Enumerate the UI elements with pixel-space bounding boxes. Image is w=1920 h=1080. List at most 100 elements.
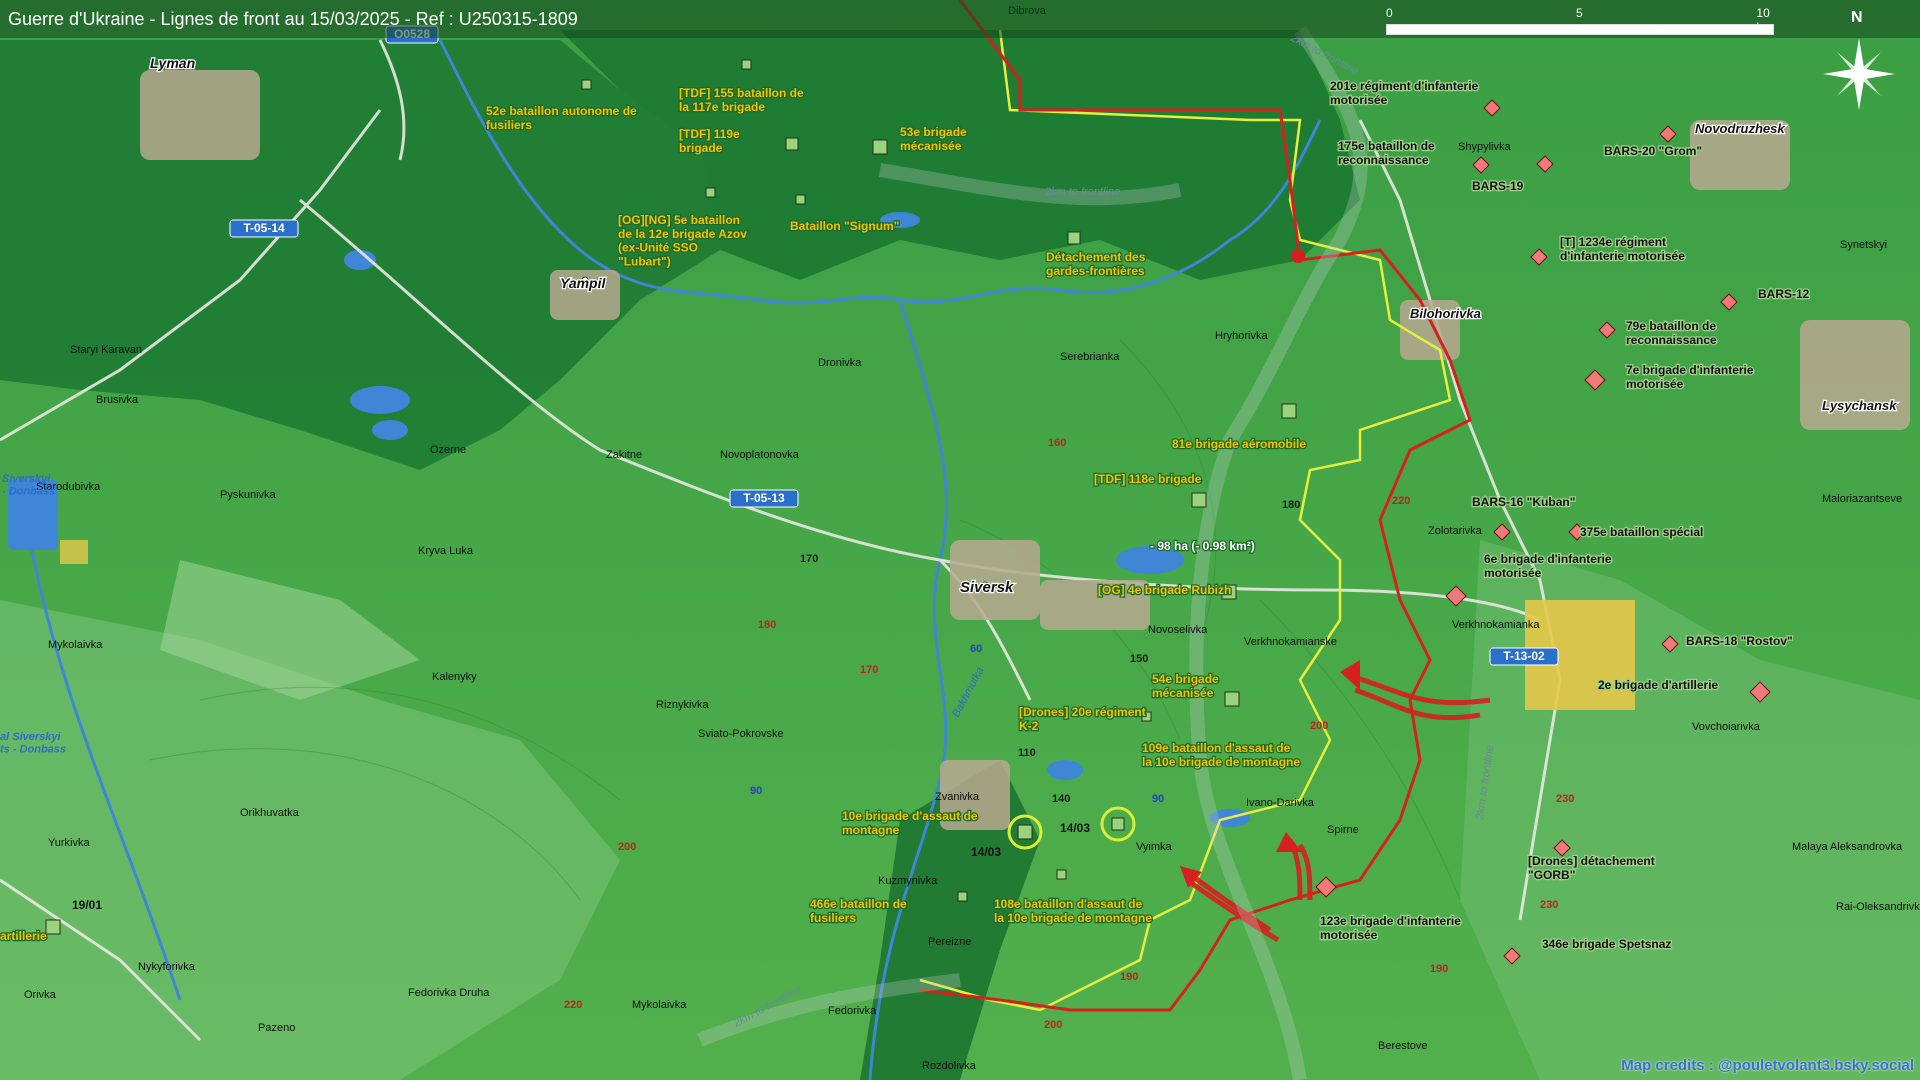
ru-unit-label: BARS-18 "Rostov" xyxy=(1686,634,1793,648)
town-label: Kalenyky xyxy=(432,671,477,683)
town-label: Orikhuvatka xyxy=(240,807,300,819)
town-label: Verkhnokamianka xyxy=(1452,619,1540,631)
ua-unit-label: 109e bataillon d'assaut de la 10e brigade… xyxy=(1142,741,1300,769)
height-label: 190 xyxy=(1430,963,1448,975)
town-label: Sviato-Pokrovske xyxy=(698,728,784,740)
ru-unit-label: 79e bataillon de reconnaissance xyxy=(1626,319,1717,347)
town-label: Orivka xyxy=(24,989,57,1001)
scale-tick-5: 5 xyxy=(1576,6,1583,20)
ua-unit-label: 53e brigade mécanisée xyxy=(900,125,967,153)
town-label: Yurkivka xyxy=(48,837,90,849)
town-label: Lyman xyxy=(150,55,195,71)
height-label: 180 xyxy=(758,619,776,631)
town-label: Vyimka xyxy=(1136,841,1173,853)
town-label: Vovchoiarivka xyxy=(1692,721,1761,733)
scale-bar: 0 5 10 km xyxy=(1386,6,1774,36)
town-label: Pyskunivka xyxy=(220,489,277,501)
road-label: T-05-13 xyxy=(743,491,785,505)
town-label: Mykolaivka xyxy=(632,999,687,1011)
ru-unit-label: BARS-16 "Kuban" xyxy=(1472,495,1575,509)
town-label: Pereizne xyxy=(928,936,971,948)
map-title: Guerre d'Ukraine - Lignes de front au 15… xyxy=(8,9,578,29)
place-label: al Siverskyi ts - Donbass xyxy=(0,731,66,756)
town-label: Spirne xyxy=(1327,824,1359,836)
town-label: Brusivka xyxy=(96,394,139,406)
front-map[interactable]: Lyman Yampil Siversk Bilohorivka Lysychansk N… xyxy=(0,0,1920,1080)
town-label: Yampil xyxy=(560,275,606,291)
ua-unit-label: Bataillon "Signum" xyxy=(790,219,899,233)
height-label: 220 xyxy=(1392,495,1410,507)
town-label: Mykolaivka xyxy=(48,639,103,651)
ua-unit-label: 81e brigade aéromobile xyxy=(1172,437,1306,451)
ru-unit-label: 2e brigade d'artillerie xyxy=(1598,678,1719,692)
ru-unit-label: BARS-19 xyxy=(1472,179,1524,193)
scale-bar-line xyxy=(1386,24,1774,35)
ua-unit-label: 54e brigade mécanisée xyxy=(1152,672,1219,700)
road-label: T-05-14 xyxy=(243,221,285,235)
industrial-area-west xyxy=(60,540,88,564)
town-label: Zolotarivka xyxy=(1428,525,1483,537)
town-label: Kuzmynivka xyxy=(878,875,938,887)
ru-unit-label: BARS-12 xyxy=(1758,287,1810,301)
town-label: Zakitne xyxy=(606,449,642,461)
height-label: 230 xyxy=(1556,793,1574,805)
ru-unit-label: 175e bataillon de reconnaissance xyxy=(1338,139,1435,167)
height-label: 200 xyxy=(1310,720,1328,732)
height-label: 200 xyxy=(618,841,636,853)
town-label: Shypylivka xyxy=(1458,141,1511,153)
title-bar: Guerre d'Ukraine - Lignes de front au 15… xyxy=(0,0,1920,38)
north-label: N xyxy=(1851,9,1863,26)
height-label: 190 xyxy=(1120,971,1138,983)
height-label: 110 xyxy=(1018,747,1036,759)
height-label: 170 xyxy=(800,553,818,565)
town-label: Siversk xyxy=(960,579,1014,596)
height-label: 60 xyxy=(970,643,982,655)
town-label: Maloriazantseve xyxy=(1822,493,1902,505)
capture-marker xyxy=(1291,249,1305,263)
ru-unit-label: BARS-20 "Grom" xyxy=(1604,144,1702,158)
town-label: Nykyforivka xyxy=(138,961,196,973)
town-label: Verkhnokamianske xyxy=(1244,636,1337,648)
height-label: 200 xyxy=(1044,1019,1062,1031)
town-label: Dronivka xyxy=(818,357,862,369)
height-label: 170 xyxy=(860,664,878,676)
place-label: Siverskyi - Donbass xyxy=(2,473,55,498)
town-label: Fedorivka Druha xyxy=(408,987,490,999)
ua-unit-label: artillerie xyxy=(0,929,47,943)
town-label: Rozdolivka xyxy=(922,1060,977,1072)
ua-unit-label: 108e bataillon d'assaut de la 10e brigade… xyxy=(994,897,1152,925)
ru-unit-label: 346e brigade Spetsnaz xyxy=(1542,937,1671,951)
ua-unit-label: - 98 ha (- 0.98 km²) xyxy=(1150,539,1255,553)
height-label: 230 xyxy=(1540,899,1558,911)
ua-unit-label: [OG] 4e brigade Rubizh xyxy=(1098,583,1231,597)
ua-unit-label: [TDF] 118e brigade xyxy=(1094,472,1202,486)
town-label: Bilohorivka xyxy=(1410,306,1481,321)
height-label: 140 xyxy=(1052,793,1070,805)
town-label: Staryi Karavan xyxy=(70,344,142,356)
town-label: Rai-Oleksandrivka xyxy=(1836,901,1920,913)
height-label: 220 xyxy=(564,999,582,1011)
town-label: Hryhorivka xyxy=(1215,330,1268,342)
town-label: Riznykivka xyxy=(656,699,709,711)
town-label: Novoselivka xyxy=(1148,624,1208,636)
height-label: 180 xyxy=(1282,499,1300,511)
town-label: Ozerne xyxy=(430,444,466,456)
town-label: Novodruzhesk xyxy=(1695,121,1785,136)
date-label: 14/03 xyxy=(1060,821,1090,835)
scale-tick-0: 0 xyxy=(1386,6,1393,20)
height-label: 150 xyxy=(1130,653,1148,665)
town-label: Zvanivka xyxy=(935,791,980,803)
town-label: Malaya Aleksandrovka xyxy=(1792,841,1903,853)
height-label: 90 xyxy=(1152,793,1164,805)
map-credits: Map credits : @pouletvolant3.bsky.social xyxy=(1621,1057,1914,1074)
date-label: 14/03 xyxy=(971,845,1001,859)
height-label: 90 xyxy=(750,785,762,797)
town-label: Serebrianka xyxy=(1060,351,1120,363)
town-label: Synetskyi xyxy=(1840,239,1887,251)
road-label: T-13-02 xyxy=(1503,649,1545,663)
ru-unit-label: 375e bataillon spécial xyxy=(1580,525,1703,539)
date-label: 19/01 xyxy=(72,898,102,912)
town-label: Pazeno xyxy=(258,1022,295,1034)
town-label: Novoplatonovka xyxy=(720,449,800,461)
place-label: 2km to frontline xyxy=(1044,186,1120,198)
